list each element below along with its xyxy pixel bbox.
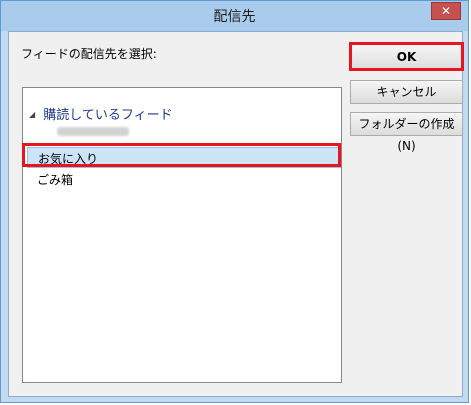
tree-item-label: お気に入り [38, 152, 99, 166]
blurred-feed-item[interactable] [57, 127, 129, 136]
tree-item-favorites[interactable]: お気に入り [27, 147, 341, 168]
tree-root-subscribed-feeds[interactable]: ◢ 購読しているフィード [29, 104, 173, 123]
close-button[interactable]: ✕ [431, 2, 461, 20]
dialog-title: 配信先 [213, 9, 256, 25]
cancel-button[interactable]: キャンセル [350, 80, 463, 104]
tree-item-trash[interactable]: ごみ箱 [37, 171, 73, 188]
tree-root-label: 購読しているフィード [43, 108, 173, 123]
collapse-triangle-icon[interactable]: ◢ [29, 110, 35, 119]
new-folder-button[interactable]: フォルダーの作成(N) [350, 112, 463, 153]
dialog-body: フィードの配信先を選択: ◢ 購読しているフィード お気に入り ごみ箱 OK キ… [8, 31, 463, 397]
folder-tree[interactable]: ◢ 購読しているフィード お気に入り ごみ箱 [22, 87, 342, 383]
title-bar[interactable]: 配信先 ✕ [1, 1, 468, 31]
ok-button[interactable]: OK [350, 44, 463, 71]
destination-prompt-label: フィードの配信先を選択: [21, 47, 157, 61]
dialog-window: 配信先 ✕ フィードの配信先を選択: ◢ 購読しているフィード お気に入り ごみ… [0, 0, 469, 403]
